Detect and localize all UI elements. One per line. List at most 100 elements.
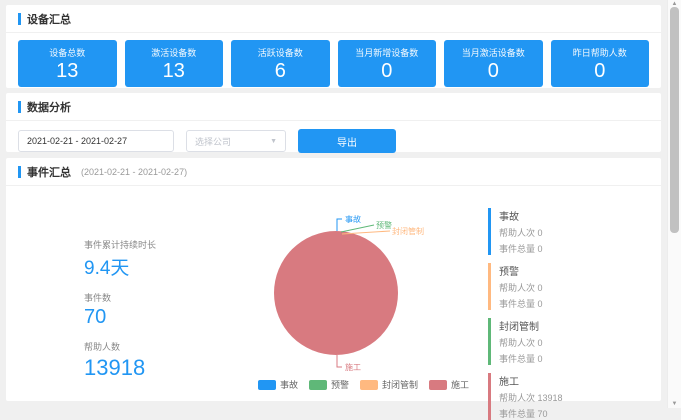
event-summary-panel: 事件汇总 (2021-02-21 - 2021-02-27) 事件累计持续时长 … bbox=[6, 158, 661, 401]
event-summary-content: 事件累计持续时长 9.4天 事件数 70 帮助人数 13918 事故 预警 封闭… bbox=[6, 186, 661, 406]
detail-rescue-label: 帮助人次 bbox=[499, 283, 535, 293]
legend-item-accident[interactable]: 事故 bbox=[258, 378, 298, 391]
stat-card-value: 13 bbox=[127, 60, 222, 82]
detail-title: 封闭管制 bbox=[499, 318, 653, 333]
detail-total-label: 事件总量 bbox=[499, 354, 535, 364]
stat-card-label: 设备总数 bbox=[20, 46, 115, 59]
detail-rescue-value: 0 bbox=[538, 283, 543, 293]
event-stats-block: 事件累计持续时长 9.4天 事件数 70 帮助人数 13918 bbox=[84, 238, 156, 381]
detail-rescue-value: 13918 bbox=[538, 393, 563, 403]
company-select-placeholder: 选择公司 bbox=[195, 135, 231, 148]
detail-item-construction: 施工 帮助人次 13918 事件总量 70 bbox=[488, 373, 653, 420]
detail-total-label: 事件总量 bbox=[499, 409, 535, 419]
stat-card-value: 13 bbox=[20, 60, 115, 82]
detail-rescue-label: 帮助人次 bbox=[499, 228, 535, 238]
detail-rescue-row: 帮助人次 0 bbox=[499, 281, 653, 294]
pie-callout-line-construction bbox=[337, 355, 342, 367]
detail-rescue-value: 0 bbox=[538, 228, 543, 238]
stat-card-value: 0 bbox=[553, 60, 648, 82]
vertical-scrollbar[interactable]: ▲ ▼ bbox=[667, 0, 681, 408]
event-summary-title: 事件汇总 bbox=[27, 164, 71, 180]
stat-helped-value: 13918 bbox=[84, 355, 156, 381]
legend-label: 预警 bbox=[331, 378, 349, 391]
legend-swatch-orange bbox=[360, 380, 378, 390]
legend-label: 封闭管制 bbox=[382, 378, 418, 391]
detail-total-label: 事件总量 bbox=[499, 299, 535, 309]
pie-callout-line-accident bbox=[337, 219, 342, 231]
stat-card-helped-yesterday: 昨日帮助人数 0 bbox=[551, 40, 650, 87]
pie-slice-construction[interactable] bbox=[274, 231, 398, 355]
detail-item-warning: 预警 帮助人次 0 事件总量 0 bbox=[488, 263, 653, 310]
legend-label: 施工 bbox=[451, 378, 469, 391]
device-summary-title: 设备汇总 bbox=[27, 11, 71, 27]
section-accent-bar bbox=[18, 13, 21, 25]
detail-rescue-row: 帮助人次 0 bbox=[499, 336, 653, 349]
stat-event-count-value: 70 bbox=[84, 306, 156, 329]
event-pie-chart[interactable]: 事故 预警 封闭管制 施工 bbox=[238, 211, 478, 376]
scrollbar-down-icon[interactable]: ▼ bbox=[668, 401, 681, 407]
pie-legend: 事故 预警 封闭管制 施工 bbox=[258, 378, 469, 391]
detail-total-value: 0 bbox=[538, 299, 543, 309]
detail-title: 事故 bbox=[499, 208, 653, 223]
detail-total-label: 事件总量 bbox=[499, 244, 535, 254]
pie-callout-label-warning: 预警 bbox=[376, 220, 392, 230]
pie-callout-label-accident: 事故 bbox=[345, 214, 361, 224]
detail-title: 施工 bbox=[499, 373, 653, 388]
date-range-input[interactable] bbox=[18, 130, 174, 152]
detail-total-value: 0 bbox=[538, 354, 543, 364]
detail-total-row: 事件总量 0 bbox=[499, 297, 653, 310]
stat-card-activated-devices: 激活设备数 13 bbox=[125, 40, 224, 87]
stat-card-value: 0 bbox=[340, 60, 435, 82]
legend-swatch-blue bbox=[258, 380, 276, 390]
detail-rescue-label: 帮助人次 bbox=[499, 393, 535, 403]
legend-item-closure[interactable]: 封闭管制 bbox=[360, 378, 418, 391]
detail-total-row: 事件总量 0 bbox=[499, 242, 653, 255]
stat-duration-value: 9.4天 bbox=[84, 253, 156, 280]
detail-total-value: 70 bbox=[538, 409, 548, 419]
company-select[interactable]: 选择公司 ▼ bbox=[186, 130, 286, 152]
stat-event-count-label: 事件数 bbox=[84, 291, 156, 304]
stat-card-label: 当月新增设备数 bbox=[340, 46, 435, 59]
detail-rescue-row: 帮助人次 13918 bbox=[499, 391, 653, 404]
detail-item-accident: 事故 帮助人次 0 事件总量 0 bbox=[488, 208, 653, 255]
section-accent-bar bbox=[18, 101, 21, 113]
data-analysis-panel: 数据分析 选择公司 ▼ 导出 bbox=[6, 93, 661, 152]
event-summary-date-range: (2021-02-21 - 2021-02-27) bbox=[81, 167, 187, 177]
legend-label: 事故 bbox=[280, 378, 298, 391]
stat-card-value: 6 bbox=[233, 60, 328, 82]
stat-card-active-devices: 活跃设备数 6 bbox=[231, 40, 330, 87]
detail-rescue-row: 帮助人次 0 bbox=[499, 226, 653, 239]
event-summary-header: 事件汇总 (2021-02-21 - 2021-02-27) bbox=[6, 158, 661, 186]
stat-duration-label: 事件累计持续时长 bbox=[84, 238, 156, 251]
detail-item-closure: 封闭管制 帮助人次 0 事件总量 0 bbox=[488, 318, 653, 365]
device-summary-header: 设备汇总 bbox=[6, 5, 661, 33]
device-summary-panel: 设备汇总 设备总数 13 激活设备数 13 活跃设备数 6 当月新增设备数 0 … bbox=[6, 5, 661, 88]
stat-card-row: 设备总数 13 激活设备数 13 活跃设备数 6 当月新增设备数 0 当月激活设… bbox=[6, 33, 661, 87]
detail-title: 预警 bbox=[499, 263, 653, 278]
stat-card-value: 0 bbox=[446, 60, 541, 82]
stat-card-new-devices-month: 当月新增设备数 0 bbox=[338, 40, 437, 87]
export-button[interactable]: 导出 bbox=[298, 129, 396, 153]
detail-total-row: 事件总量 70 bbox=[499, 407, 653, 420]
detail-total-row: 事件总量 0 bbox=[499, 352, 653, 365]
chevron-down-icon: ▼ bbox=[270, 138, 277, 145]
data-analysis-title: 数据分析 bbox=[27, 99, 71, 115]
legend-item-warning[interactable]: 预警 bbox=[309, 378, 349, 391]
data-analysis-header: 数据分析 bbox=[6, 93, 661, 121]
stat-card-activated-month: 当月激活设备数 0 bbox=[444, 40, 543, 87]
stat-card-label: 活跃设备数 bbox=[233, 46, 328, 59]
legend-swatch-red bbox=[429, 380, 447, 390]
stat-helped-label: 帮助人数 bbox=[84, 340, 156, 353]
stat-card-total-devices: 设备总数 13 bbox=[18, 40, 117, 87]
detail-total-value: 0 bbox=[538, 244, 543, 254]
pie-callout-label-closure: 封闭管制 bbox=[392, 226, 424, 236]
event-detail-list: 事故 帮助人次 0 事件总量 0 预警 帮助人次 0 事件总量 0 封闭管制 帮… bbox=[488, 208, 653, 420]
stat-card-label: 昨日帮助人数 bbox=[553, 46, 648, 59]
scrollbar-thumb[interactable] bbox=[670, 7, 679, 233]
legend-swatch-green bbox=[309, 380, 327, 390]
detail-rescue-value: 0 bbox=[538, 338, 543, 348]
legend-item-construction[interactable]: 施工 bbox=[429, 378, 469, 391]
stat-card-label: 当月激活设备数 bbox=[446, 46, 541, 59]
pie-callout-label-construction: 施工 bbox=[345, 362, 361, 372]
filter-controls: 选择公司 ▼ 导出 bbox=[6, 121, 661, 161]
